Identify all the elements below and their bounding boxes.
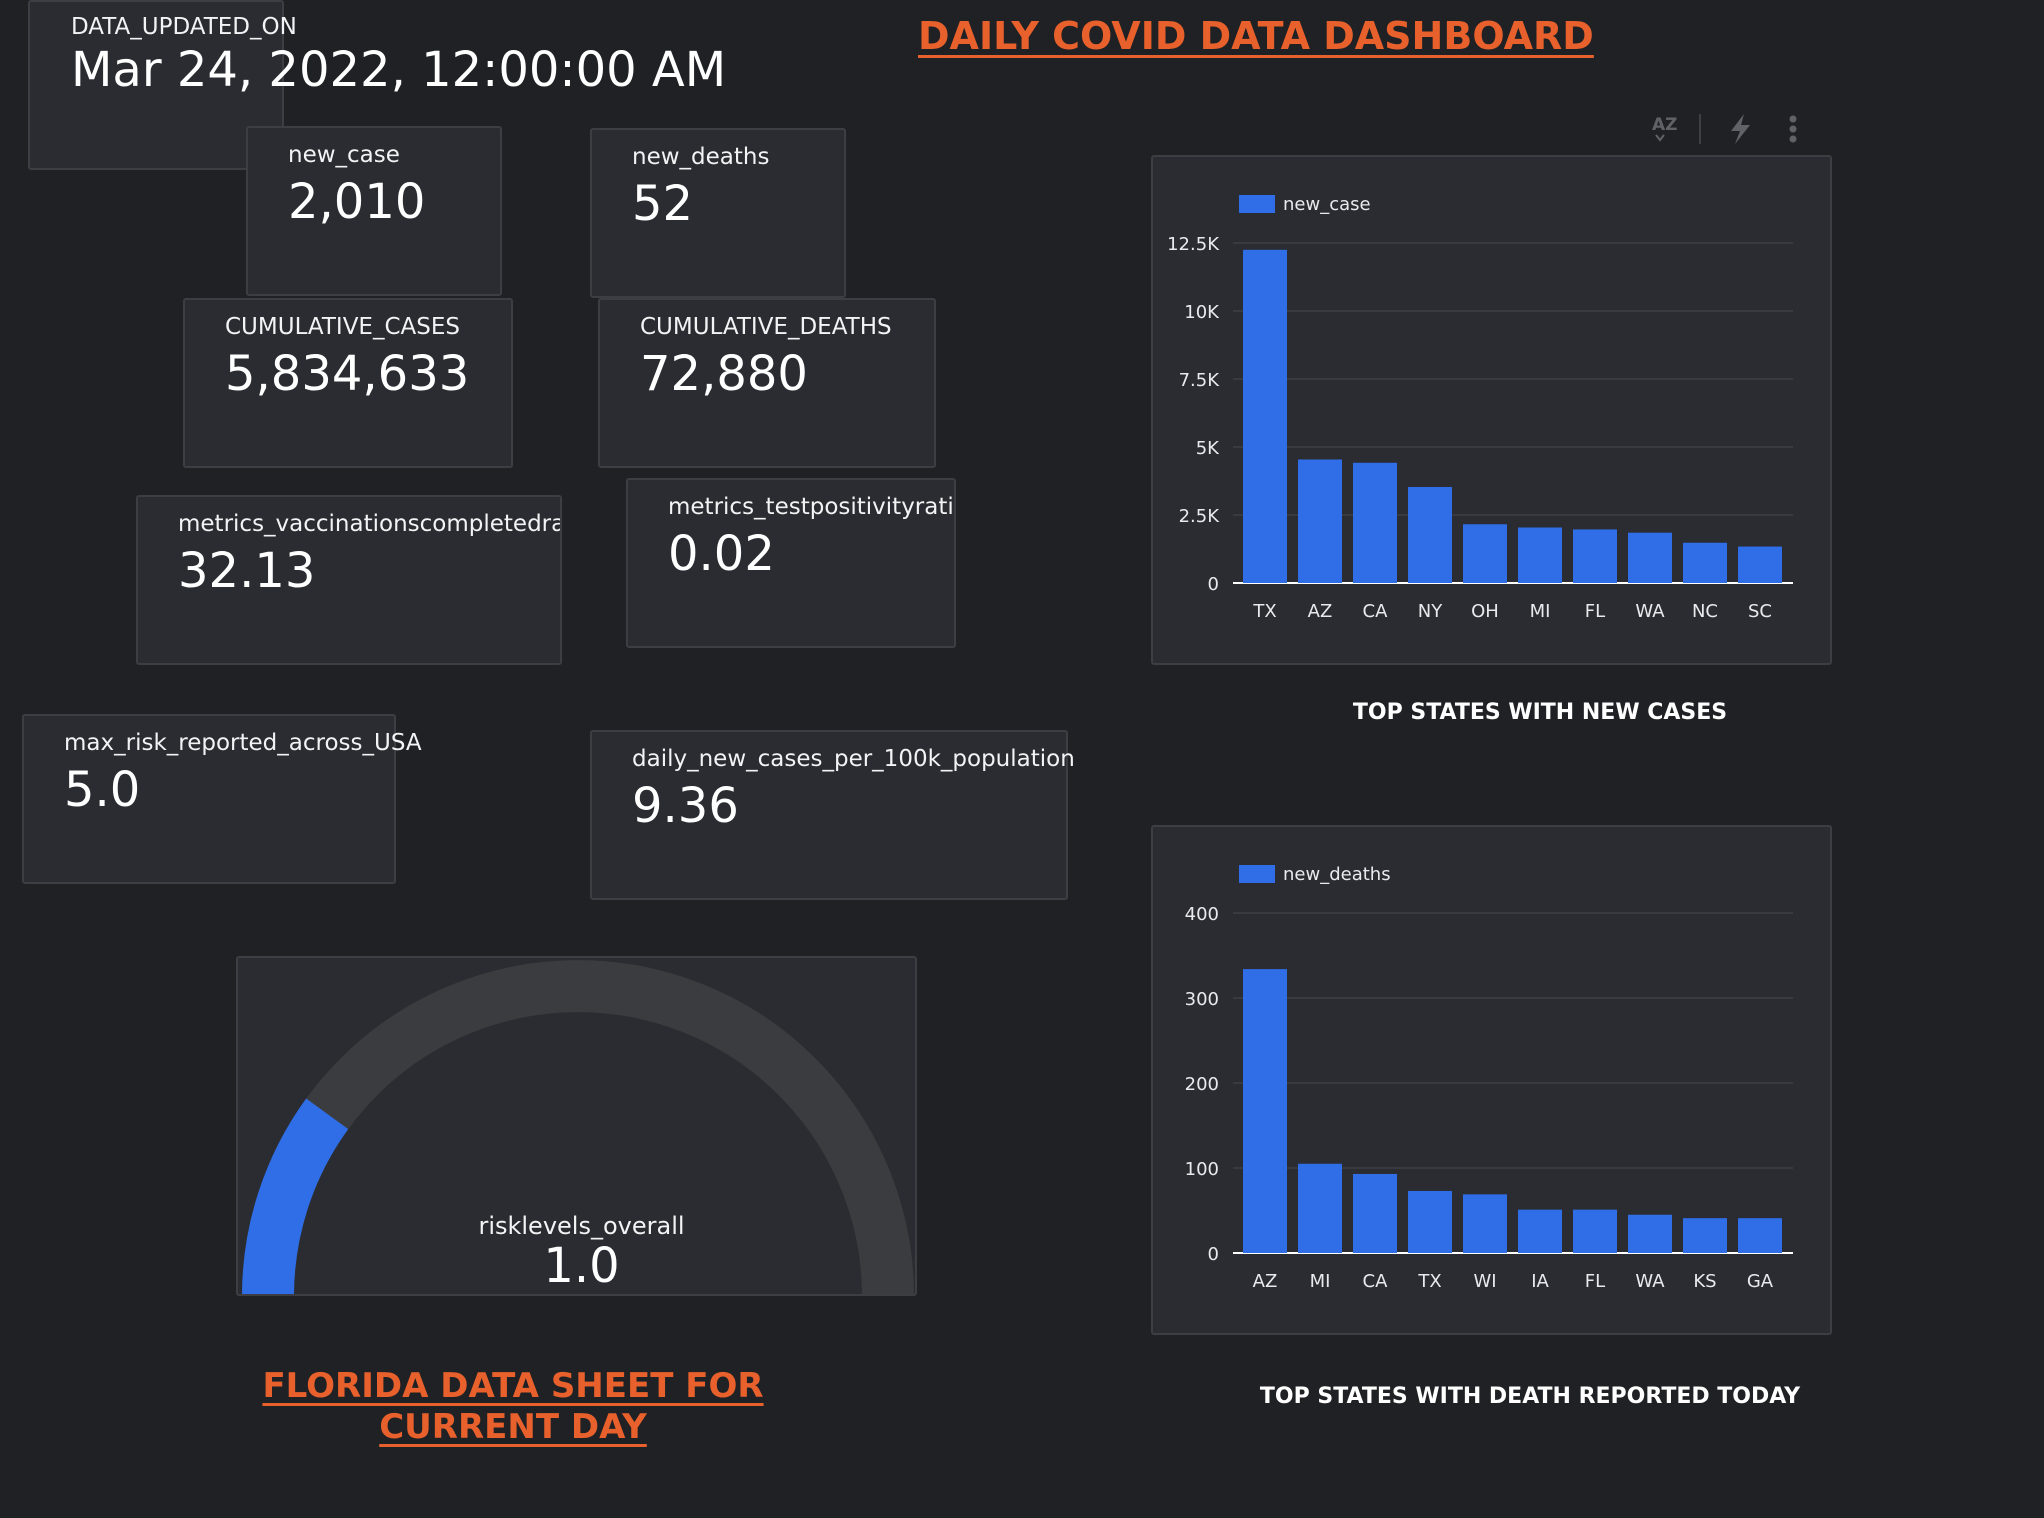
scorecard-per-100k-label: daily_new_cases_per_100k_population (632, 746, 1075, 772)
x-tick-label: SC (1748, 601, 1772, 622)
svg-text:AZ: AZ (1652, 115, 1677, 135)
y-tick-label: 400 (1185, 904, 1219, 925)
bar-sc[interactable] (1738, 546, 1782, 583)
scorecard-per-100k-value: 9.36 (632, 778, 739, 834)
scorecard-cumulative-deaths-label: CUMULATIVE_DEATHS (640, 314, 892, 340)
bar-fl[interactable] (1573, 1209, 1617, 1253)
y-tick-label: 100 (1185, 1159, 1219, 1180)
new-deaths-bar-chart: new_deaths 0 100 200 300 400 AZ MI CA TX WI IA FL WA K… (1185, 864, 1793, 1292)
bar-wa[interactable] (1628, 1214, 1672, 1253)
bolt-icon[interactable] (1731, 114, 1750, 144)
x-tick-label: OH (1471, 601, 1499, 622)
x-tick-label: IA (1531, 1271, 1549, 1292)
scorecard-new-case[interactable]: new_case 2,010 (246, 126, 502, 296)
bar-az[interactable] (1298, 459, 1342, 583)
bar-az[interactable] (1243, 969, 1287, 1253)
bar-mi[interactable] (1518, 527, 1562, 583)
legend-label: new_case (1283, 194, 1371, 215)
x-tick-label: WA (1635, 1271, 1665, 1292)
new-deaths-chart-title: TOP STATES WITH DEATH REPORTED TODAY (1259, 1384, 1801, 1409)
new-cases-chart-card[interactable]: new_case 0 2.5K 5K 7.5K 10K 12.5K TX AZ CA NY OH MI F… (1151, 155, 1832, 665)
scorecard-per-100k[interactable]: daily_new_cases_per_100k_population 9.36 (590, 730, 1075, 900)
bar-wi[interactable] (1463, 1194, 1507, 1253)
scorecard-cumulative-deaths-value: 72,880 (640, 346, 808, 402)
x-tick-label: AZ (1308, 601, 1333, 622)
scorecard-new-deaths-label: new_deaths (632, 144, 770, 170)
scorecard-max-risk-label: max_risk_reported_across_USA (64, 730, 422, 756)
x-tick-label: WA (1635, 601, 1665, 622)
bar-ca[interactable] (1353, 462, 1397, 583)
dashboard-title[interactable]: DAILY COVID DATA DASHBOARD (918, 14, 1594, 58)
new-cases-chart-title: TOP STATES WITH NEW CASES (1352, 700, 1728, 725)
bar-nc[interactable] (1683, 542, 1727, 583)
sort-az-icon[interactable]: AZ (1652, 115, 1677, 142)
y-tick-label: 12.5K (1167, 234, 1220, 255)
bar-fl[interactable] (1573, 529, 1617, 583)
y-tick-label: 0 (1208, 574, 1219, 595)
scorecard-vaccination-ratio-value: 32.13 (178, 543, 316, 599)
x-tick-label: CA (1363, 601, 1389, 622)
y-tick-label: 0 (1208, 1244, 1219, 1265)
x-tick-label: TX (1252, 601, 1276, 622)
x-tick-label: FL (1585, 1271, 1605, 1292)
more-vert-icon[interactable] (1789, 115, 1797, 143)
florida-sheet-line-1: FLORIDA DATA SHEET FOR (262, 1366, 764, 1406)
bar-ia[interactable] (1518, 1209, 1562, 1253)
scorecard-test-positivity-value: 0.02 (668, 526, 775, 582)
scorecard-data-updated-label: DATA_UPDATED_ON (71, 14, 297, 40)
x-tick-label: CA (1363, 1271, 1389, 1292)
bar-ca[interactable] (1353, 1173, 1397, 1253)
scorecard-cumulative-cases-value: 5,834,633 (225, 346, 470, 402)
gauge-value: 1.0 (543, 1238, 620, 1294)
scorecard-new-case-value: 2,010 (288, 174, 426, 230)
legend-swatch (1239, 195, 1275, 213)
gauge-card[interactable]: risklevels_overall 1.0 (236, 956, 917, 1296)
legend-label: new_deaths (1283, 864, 1391, 885)
legend-swatch (1239, 865, 1275, 883)
x-tick-label: MI (1310, 1271, 1331, 1292)
y-tick-label: 300 (1185, 989, 1219, 1010)
scorecard-max-risk[interactable]: max_risk_reported_across_USA 5.0 (22, 714, 422, 884)
y-tick-label: 10K (1184, 302, 1220, 323)
bar-tx[interactable] (1408, 1190, 1452, 1253)
x-tick-label: TX (1417, 1271, 1441, 1292)
scorecard-cumulative-cases[interactable]: CUMULATIVE_CASES 5,834,633 (183, 298, 513, 468)
y-tick-label: 200 (1185, 1074, 1219, 1095)
x-tick-label: FL (1585, 601, 1605, 622)
scorecard-data-updated-value: Mar 24, 2022, 12:00:00 AM (71, 42, 727, 98)
y-tick-label: 5K (1196, 438, 1220, 459)
x-tick-label: NC (1692, 601, 1718, 622)
x-tick-label: KS (1693, 1271, 1716, 1292)
x-tick-label: MI (1530, 601, 1551, 622)
bar-mi[interactable] (1298, 1163, 1342, 1253)
scorecard-new-deaths[interactable]: new_deaths 52 (590, 128, 846, 298)
florida-sheet-line-2: CURRENT DAY (379, 1407, 647, 1447)
bar-ga[interactable] (1738, 1218, 1782, 1253)
x-tick-label: AZ (1253, 1271, 1278, 1292)
new-cases-bar-chart: new_case 0 2.5K 5K 7.5K 10K 12.5K TX AZ CA NY OH MI F… (1167, 194, 1793, 622)
bar-ny[interactable] (1408, 486, 1452, 583)
florida-sheet-link[interactable]: FLORIDA DATA SHEET FOR CURRENT DAY (230, 1366, 796, 1448)
bar-tx[interactable] (1243, 249, 1287, 584)
x-tick-label: GA (1747, 1271, 1774, 1292)
scorecard-cumulative-deaths[interactable]: CUMULATIVE_DEATHS 72,880 (598, 298, 936, 468)
scorecard-test-positivity[interactable]: metrics_testpositivityratio 0.02 (626, 478, 956, 648)
x-tick-label: WI (1473, 1271, 1496, 1292)
scorecard-test-positivity-label: metrics_testpositivityratio (668, 494, 956, 520)
bar-wa[interactable] (1628, 532, 1672, 583)
scorecard-vaccination-ratio[interactable]: metrics_vaccinationscompletedratio 32.13 (136, 495, 562, 665)
new-deaths-chart-card[interactable]: new_deaths 0 100 200 300 400 AZ MI CA TX WI IA FL WA K… (1151, 825, 1832, 1335)
bar-ks[interactable] (1683, 1218, 1727, 1253)
chart-toolbar: AZ (1630, 108, 1810, 148)
scorecard-cumulative-cases-label: CUMULATIVE_CASES (225, 314, 460, 340)
x-tick-label: NY (1418, 601, 1443, 622)
scorecard-new-case-label: new_case (288, 142, 400, 168)
scorecard-new-deaths-value: 52 (632, 176, 694, 232)
bar-oh[interactable] (1463, 524, 1507, 583)
gauge-label: risklevels_overall (478, 1212, 685, 1240)
y-tick-label: 2.5K (1179, 506, 1221, 527)
y-tick-label: 7.5K (1179, 370, 1221, 391)
scorecard-vaccination-ratio-label: metrics_vaccinationscompletedratio (178, 511, 562, 537)
scorecard-max-risk-value: 5.0 (64, 762, 141, 818)
